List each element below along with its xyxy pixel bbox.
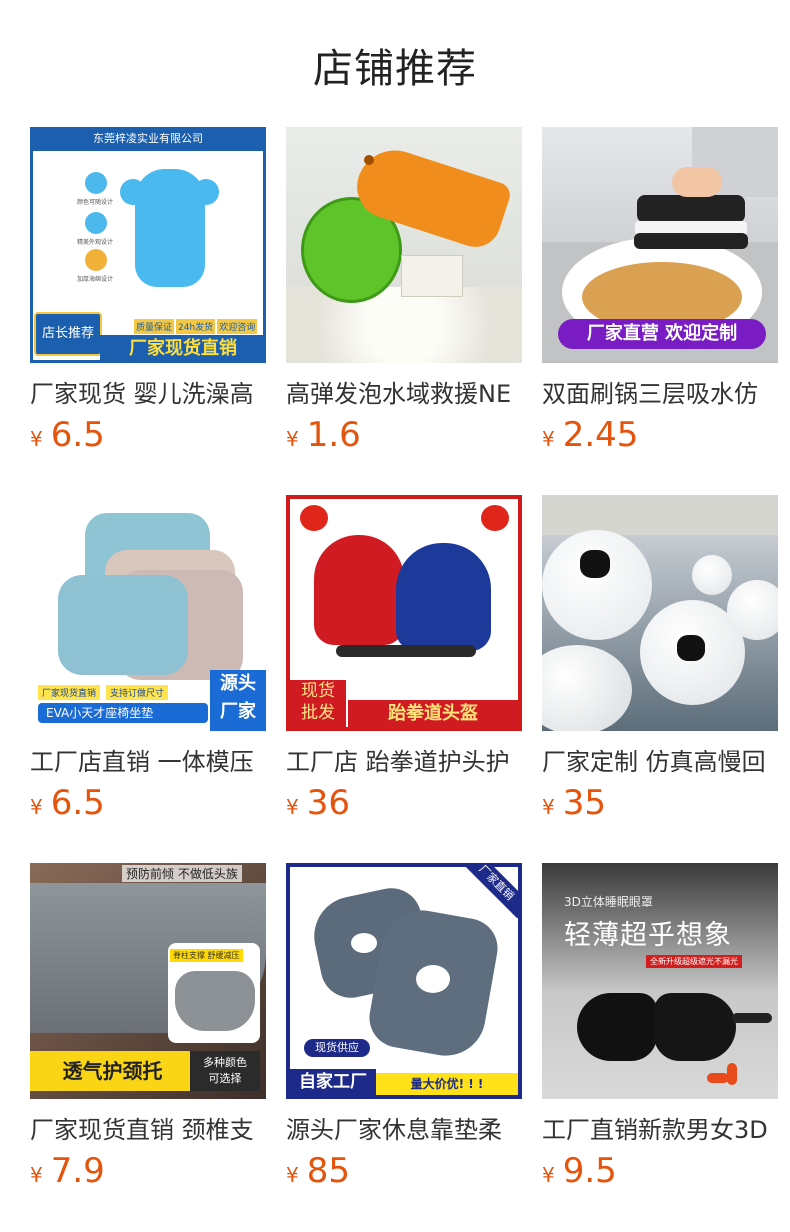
product-name[interactable]: 源头厂家休息靠垫柔 [286,1113,524,1147]
currency-symbol: ¥ [542,427,555,451]
product-card[interactable]: 3D立体睡眠眼罩 轻薄超乎想象 全新升级超级遮光不漏光 工厂直销新款男女3D ¥… [542,863,780,1191]
product-image[interactable]: 厂家直营 欢迎定制 [542,127,778,363]
product-price: ¥ 36 [286,783,524,823]
currency-symbol: ¥ [30,795,43,819]
image-top-text: 预防前倾 不做低头族 [122,865,242,882]
image-banner: 厂家直营 欢迎定制 [558,319,766,349]
product-name[interactable]: 高弹发泡水域救援NE [286,377,524,411]
image-headline: 轻薄超乎想象 [564,920,732,951]
product-image[interactable] [286,127,522,363]
product-image[interactable]: 东莞梓凌实业有限公司 颜色可随设计 精美外观设计 加厚海绵设计 店长推荐 质量保… [30,127,266,363]
product-card[interactable]: 预防前倾 不做低头族 脊柱支撑 舒缓减压 透气护颈托 多种颜色 可选择 厂家现货… [30,863,268,1191]
image-banner: 跆拳道头盔 [348,700,518,728]
product-image[interactable] [542,495,778,731]
price-value: 9.5 [562,1151,617,1191]
currency-symbol: ¥ [30,1163,43,1187]
product-card[interactable]: 东莞梓凌实业有限公司 颜色可随设计 精美外观设计 加厚海绵设计 店长推荐 质量保… [30,127,268,455]
image-banner: 透气护颈托 [30,1051,195,1091]
image-label: EVA小天才座椅坐垫 [38,703,208,723]
product-name[interactable]: 工厂直销新款男女3D [542,1113,780,1147]
product-name[interactable]: 厂家现货 婴儿洗澡高 [30,377,268,411]
currency-symbol: ¥ [542,795,555,819]
image-company: 东莞梓凌实业有限公司 [30,127,266,151]
product-image[interactable]: 厂家现货直销 支持订做尺寸 EVA小天才座椅坐垫 源头 厂家 [30,495,266,731]
image-top-text: 3D立体睡眠眼罩 [564,895,653,909]
product-price: ¥ 2.45 [542,415,780,455]
image-tag: 全新升级超级遮光不漏光 [646,955,742,968]
image-tag: 现货供应 [304,1039,370,1057]
price-value: 1.6 [306,415,361,455]
product-name[interactable]: 工厂店 跆拳道护头护 [286,745,524,779]
price-value: 2.45 [562,415,639,455]
product-name[interactable]: 厂家定制 仿真高慢回 [542,745,780,779]
product-name[interactable]: 工厂店直销 一体模压 [30,745,268,779]
page-title: 店铺推荐 [313,46,477,92]
product-price: ¥ 1.6 [286,415,524,455]
product-price: ¥ 6.5 [30,783,268,823]
image-badge: 店长推荐 [34,312,102,356]
currency-symbol: ¥ [542,1163,555,1187]
price-value: 35 [562,783,606,823]
product-price: ¥ 7.9 [30,1151,268,1191]
product-card[interactable]: 厂家现货直销 支持订做尺寸 EVA小天才座椅坐垫 源头 厂家 工厂店直销 一体模… [30,495,268,823]
currency-symbol: ¥ [286,795,299,819]
product-name[interactable]: 双面刷锅三层吸水仿 [542,377,780,411]
product-name[interactable]: 厂家现货直销 颈椎支 [30,1113,268,1147]
product-image[interactable]: 现货 批发 跆拳道头盔 [286,495,522,731]
product-price: ¥ 35 [542,783,780,823]
product-price: ¥ 85 [286,1151,524,1191]
product-price: ¥ 6.5 [30,415,268,455]
product-card[interactable]: 高弹发泡水域救援NE ¥ 1.6 [286,127,524,455]
image-sub: 量大价优! ! ! [376,1073,518,1095]
price-value: 6.5 [50,415,105,455]
price-value: 6.5 [50,783,105,823]
product-price: ¥ 9.5 [542,1151,780,1191]
currency-symbol: ¥ [286,1163,299,1187]
product-image[interactable]: 厂家直销 现货供应 自家工厂 量大价优! ! ! [286,863,522,1099]
image-banner: 厂家现货直销 [100,335,266,363]
product-card[interactable]: 现货 批发 跆拳道头盔 工厂店 跆拳道护头护 ¥ 36 [286,495,524,823]
price-value: 85 [306,1151,350,1191]
product-image[interactable]: 3D立体睡眠眼罩 轻薄超乎想象 全新升级超级遮光不漏光 [542,863,778,1099]
product-card[interactable]: 厂家定制 仿真高慢回 ¥ 35 [542,495,780,823]
product-card[interactable]: 厂家直营 欢迎定制 双面刷锅三层吸水仿 ¥ 2.45 [542,127,780,455]
currency-symbol: ¥ [286,427,299,451]
price-value: 36 [306,783,350,823]
price-value: 7.9 [50,1151,105,1191]
store-page: 店铺推荐 东莞梓凌实业有限公司 颜色可随设计 精美外观设计 加厚海绵设计 店长推… [0,0,790,1232]
product-image[interactable]: 预防前倾 不做低头族 脊柱支撑 舒缓减压 透气护颈托 多种颜色 可选择 [30,863,266,1099]
product-card[interactable]: 厂家直销 现货供应 自家工厂 量大价优! ! ! 源头厂家休息靠垫柔 ¥ 85 [286,863,524,1191]
image-banner: 自家工厂 [290,1069,376,1095]
currency-symbol: ¥ [30,427,43,451]
